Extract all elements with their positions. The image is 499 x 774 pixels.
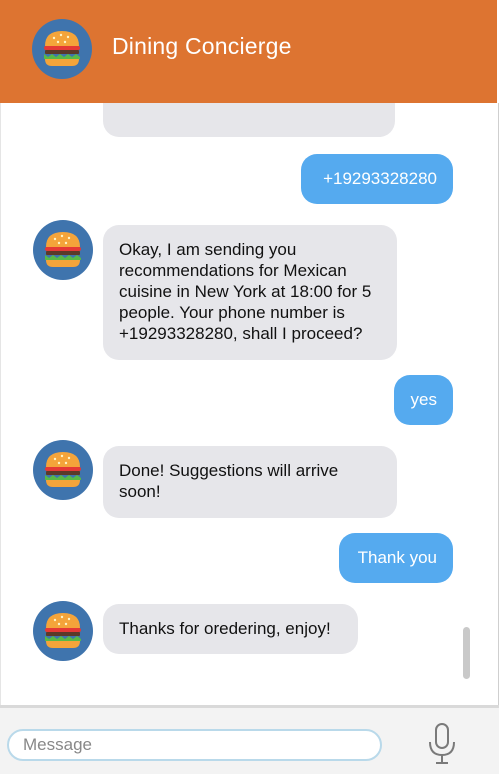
microphone-icon[interactable] [425,722,459,766]
message-input[interactable] [7,729,382,761]
header-title: Dining Concierge [112,33,292,59]
message-bubble-previous [103,103,395,137]
chat-scrollbar[interactable] [463,627,470,679]
chat-header: Dining Concierge [0,0,497,103]
bot-avatar-icon [33,220,93,280]
bot-avatar-icon [33,601,93,661]
chat-log[interactable]: +19293328280 Okay, I am sending you reco… [0,103,499,705]
message-bubble-user: Thank you [339,533,453,583]
composer [0,705,499,774]
message-bubble-user: yes [394,375,453,425]
bot-avatar-icon [33,440,93,500]
message-bubble-bot: Okay, I am sending you recommendations f… [103,225,397,360]
message-bubble-user: +19293328280 [301,154,453,204]
message-bubble-bot: Thanks for oredering, enjoy! [103,604,358,654]
message-bubble-bot: Done! Suggestions will arrive soon! [103,446,397,518]
burger-icon [32,19,92,79]
